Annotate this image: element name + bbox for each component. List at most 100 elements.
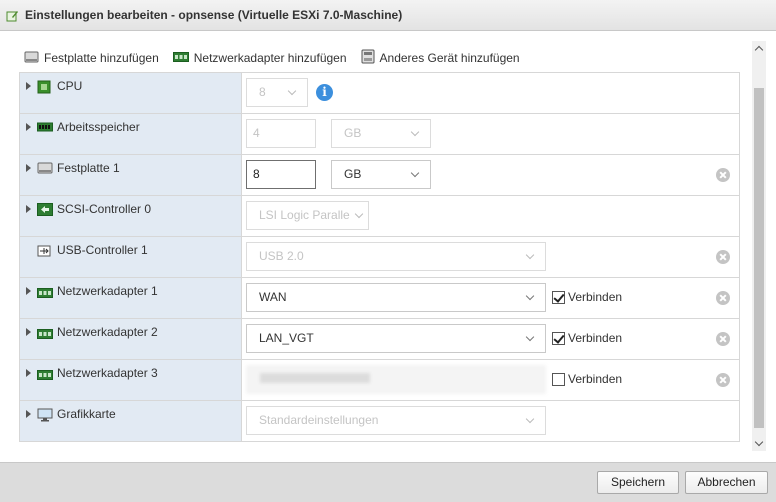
monitor-icon bbox=[37, 408, 53, 425]
cpu-count-select[interactable]: 8 bbox=[246, 78, 308, 107]
chevron-down-icon bbox=[525, 250, 535, 260]
device-name: Netzwerkadapter 2 bbox=[57, 325, 158, 339]
expand-arrow-icon[interactable] bbox=[26, 205, 31, 213]
device-name: SCSI-Controller 0 bbox=[57, 202, 152, 216]
device-row-network-adapter-3: Netzwerkadapter 3 Verbinden bbox=[20, 360, 739, 401]
device-label-cell[interactable]: Netzwerkadapter 3 bbox=[20, 360, 242, 400]
device-label-cell[interactable]: SCSI-Controller 0 bbox=[20, 196, 242, 236]
expand-arrow-icon[interactable] bbox=[26, 369, 31, 377]
connect-label: Verbinden bbox=[568, 331, 623, 345]
add-other-device-button[interactable]: Anderes Gerät hinzufügen bbox=[361, 49, 520, 67]
network-adapter-icon bbox=[37, 287, 53, 301]
network-value: LAN_VGT bbox=[259, 331, 314, 345]
device-row-scsi-controller: SCSI-Controller 0 LSI Logic Paralle bbox=[20, 196, 739, 237]
network-adapter-icon bbox=[37, 369, 53, 383]
chevron-down-icon bbox=[354, 209, 364, 219]
graphics-settings-select[interactable]: Standardeinstellungen bbox=[246, 406, 546, 435]
save-button[interactable]: Speichern bbox=[597, 471, 679, 494]
device-label-cell[interactable]: Netzwerkadapter 2 bbox=[20, 319, 242, 359]
device-label-cell[interactable]: Netzwerkadapter 1 bbox=[20, 278, 242, 318]
expand-arrow-icon[interactable] bbox=[26, 287, 31, 295]
device-name: Arbeitsspeicher bbox=[57, 120, 140, 134]
usb-version-value: USB 2.0 bbox=[259, 249, 304, 263]
scrollbar-thumb[interactable] bbox=[754, 88, 764, 428]
add-network-adapter-label: Netzwerkadapter hinzufügen bbox=[193, 51, 347, 65]
remove-device-icon[interactable] bbox=[716, 332, 730, 346]
memory-unit-select[interactable]: GB bbox=[331, 119, 431, 148]
usb-version-select[interactable]: USB 2.0 bbox=[246, 242, 546, 271]
window-title: Einstellungen bearbeiten - opnsense (Vir… bbox=[25, 8, 403, 22]
scsi-controller-icon bbox=[37, 203, 53, 219]
checkbox-unchecked[interactable] bbox=[552, 372, 565, 386]
memory-icon bbox=[37, 121, 53, 136]
remove-device-icon[interactable] bbox=[716, 373, 730, 387]
chevron-down-icon bbox=[525, 414, 535, 424]
dialog-footer: Speichern Abbrechen bbox=[0, 462, 776, 502]
connect-checkbox[interactable]: Verbinden bbox=[552, 290, 622, 304]
connect-checkbox[interactable]: Verbinden bbox=[552, 372, 622, 386]
network-value: WAN bbox=[259, 290, 287, 304]
scsi-type-select[interactable]: LSI Logic Paralle bbox=[246, 201, 369, 230]
chevron-down-icon bbox=[410, 168, 420, 178]
graphics-settings-value: Standardeinstellungen bbox=[259, 413, 379, 427]
remove-device-icon[interactable] bbox=[716, 168, 730, 182]
network-select-redacted[interactable] bbox=[246, 365, 546, 394]
expand-arrow-icon[interactable] bbox=[26, 164, 31, 172]
device-name: Grafikkarte bbox=[57, 407, 116, 421]
cpu-icon bbox=[37, 80, 51, 97]
device-label-cell[interactable]: Grafikkarte bbox=[20, 401, 242, 441]
hard-disk-icon bbox=[37, 162, 53, 177]
add-other-device-label: Anderes Gerät hinzufügen bbox=[379, 51, 520, 65]
other-device-icon bbox=[361, 49, 375, 67]
device-name: USB-Controller 1 bbox=[57, 243, 148, 257]
add-network-adapter-button[interactable]: Netzwerkadapter hinzufügen bbox=[172, 51, 347, 65]
disk-size-input[interactable]: 8 bbox=[246, 160, 316, 189]
device-row-network-adapter-2: Netzwerkadapter 2 LAN_VGT Verbinden bbox=[20, 319, 739, 360]
device-row-disk-1: Festplatte 1 8 GB bbox=[20, 155, 739, 196]
device-label-cell[interactable]: Festplatte 1 bbox=[20, 155, 242, 195]
device-list: CPU 8 i Arbeitsspeicher 4 GB Festplatte … bbox=[19, 72, 740, 442]
chevron-down-icon bbox=[410, 127, 420, 137]
scroll-up-icon[interactable] bbox=[752, 41, 766, 55]
vertical-scrollbar[interactable] bbox=[752, 41, 766, 451]
disk-unit-value: GB bbox=[344, 167, 362, 181]
cancel-button[interactable]: Abbrechen bbox=[685, 471, 768, 494]
network-adapter-icon bbox=[172, 51, 189, 65]
usb-icon bbox=[37, 244, 51, 261]
connect-label: Verbinden bbox=[568, 372, 623, 386]
chevron-down-icon bbox=[525, 291, 535, 301]
device-row-graphics-card: Grafikkarte Standardeinstellungen bbox=[20, 401, 739, 441]
scroll-down-icon[interactable] bbox=[752, 437, 766, 451]
device-label-cell[interactable]: CPU bbox=[20, 73, 242, 113]
chevron-down-icon bbox=[287, 86, 297, 96]
expand-arrow-icon[interactable] bbox=[26, 123, 31, 131]
device-label-cell[interactable]: Arbeitsspeicher bbox=[20, 114, 242, 154]
window-titlebar: Einstellungen bearbeiten - opnsense (Vir… bbox=[0, 0, 776, 31]
chevron-down-icon bbox=[525, 332, 535, 342]
device-row-cpu: CPU 8 i bbox=[20, 73, 739, 114]
hard-disk-icon bbox=[24, 51, 39, 66]
checkbox-checked[interactable] bbox=[552, 331, 565, 345]
device-label-cell: USB-Controller 1 bbox=[20, 237, 242, 277]
device-toolbar: Festplatte hinzufügen Netzwerkadapter hi… bbox=[24, 49, 534, 67]
checkbox-checked[interactable] bbox=[552, 290, 565, 304]
remove-device-icon[interactable] bbox=[716, 291, 730, 305]
device-name: Netzwerkadapter 1 bbox=[57, 284, 158, 298]
info-icon[interactable]: i bbox=[316, 84, 333, 101]
vm-edit-icon bbox=[6, 9, 19, 22]
expand-arrow-icon[interactable] bbox=[26, 328, 31, 336]
connect-label: Verbinden bbox=[568, 290, 623, 304]
device-row-network-adapter-1: Netzwerkadapter 1 WAN Verbinden bbox=[20, 278, 739, 319]
expand-arrow-icon[interactable] bbox=[26, 410, 31, 418]
connect-checkbox[interactable]: Verbinden bbox=[552, 331, 622, 345]
network-select[interactable]: WAN bbox=[246, 283, 546, 312]
add-disk-button[interactable]: Festplatte hinzufügen bbox=[24, 51, 159, 66]
remove-device-icon[interactable] bbox=[716, 250, 730, 264]
expand-arrow-icon[interactable] bbox=[26, 82, 31, 90]
memory-size-input[interactable]: 4 bbox=[246, 119, 316, 148]
memory-unit-value: GB bbox=[344, 126, 362, 140]
device-name: CPU bbox=[57, 79, 83, 93]
disk-unit-select[interactable]: GB bbox=[331, 160, 431, 189]
network-select[interactable]: LAN_VGT bbox=[246, 324, 546, 353]
cpu-count-value: 8 bbox=[259, 85, 266, 99]
